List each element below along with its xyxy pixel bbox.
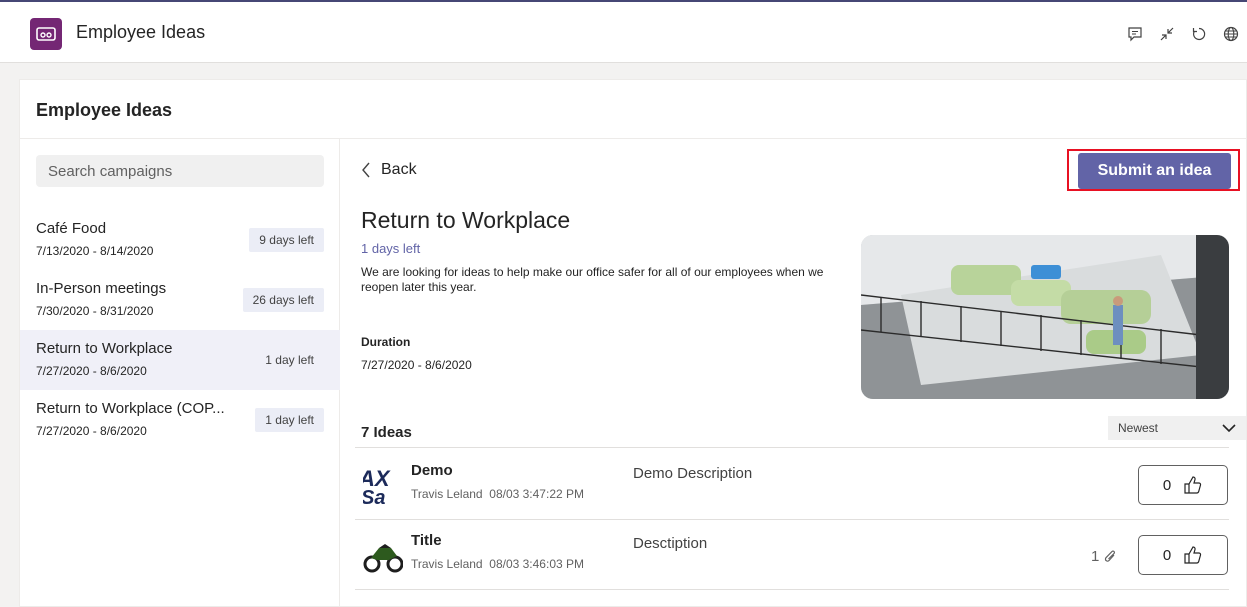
submit-idea-button[interactable]: Submit an idea bbox=[1078, 153, 1231, 189]
back-label: Back bbox=[381, 161, 417, 178]
campaign-title: Return to Workplace bbox=[361, 207, 571, 233]
thumbs-up-icon bbox=[1184, 476, 1202, 494]
back-button[interactable]: Back bbox=[361, 161, 417, 179]
idea-description: Desctiption bbox=[633, 535, 708, 552]
chevron-left-icon bbox=[362, 162, 370, 178]
campaign-name: Return to Workplace (COP... bbox=[36, 400, 225, 417]
idea-row[interactable]: Title Travis Leland 08/03 3:46:03 PM Des… bbox=[355, 520, 1229, 590]
idea-row[interactable]: AX Sa Demo Travis Leland 08/03 3:47:22 P… bbox=[355, 450, 1229, 520]
campaign-dates: 7/27/2020 - 8/6/2020 bbox=[36, 364, 147, 378]
app-logo-icon bbox=[30, 18, 62, 50]
campaign-sidebar: Café Food 7/13/2020 - 8/14/2020 9 days l… bbox=[20, 139, 340, 607]
campaign-item[interactable]: Return to Workplace (COP... 7/27/2020 - … bbox=[20, 390, 340, 450]
like-count: 0 bbox=[1162, 546, 1172, 564]
paperclip-icon bbox=[1105, 550, 1116, 562]
feedback-icon[interactable] bbox=[1119, 22, 1151, 46]
idea-title: Demo bbox=[411, 462, 453, 479]
app-title: Employee Ideas bbox=[76, 22, 206, 42]
campaign-dates: 7/27/2020 - 8/6/2020 bbox=[36, 424, 147, 438]
duration-label: Duration bbox=[361, 335, 411, 349]
idea-meta: Travis Leland 08/03 3:47:22 PM bbox=[411, 487, 584, 501]
header-toolbar bbox=[1119, 22, 1247, 46]
motorcycle-thumb bbox=[363, 534, 403, 576]
campaign-detail: Back Submit an idea Return to Workplace … bbox=[341, 139, 1247, 607]
attachment-indicator[interactable]: 1 bbox=[1091, 548, 1117, 565]
campaign-name: Café Food bbox=[36, 220, 107, 237]
duration-value: 7/27/2020 - 8/6/2020 bbox=[361, 358, 472, 372]
like-button[interactable]: 0 bbox=[1138, 465, 1228, 505]
collapse-icon[interactable] bbox=[1151, 22, 1183, 46]
days-left-badge: 1 day left bbox=[265, 353, 314, 367]
sort-selected: Newest bbox=[1118, 421, 1159, 435]
days-left-text: 1 days left bbox=[361, 241, 421, 256]
campaign-item[interactable]: In-Person meetings 7/30/2020 - 8/31/2020… bbox=[20, 270, 340, 330]
globe-icon[interactable] bbox=[1215, 22, 1247, 46]
app-header: Employee Ideas bbox=[0, 0, 1247, 63]
idea-meta: Travis Leland 08/03 3:46:03 PM bbox=[411, 557, 584, 571]
days-left-badge: 9 days left bbox=[249, 228, 324, 252]
campaign-name: Return to Workplace bbox=[36, 340, 173, 357]
idea-description: Demo Description bbox=[633, 465, 753, 482]
idea-timestamp: 08/03 3:47:22 PM bbox=[489, 487, 584, 501]
days-left-badge: 1 day left bbox=[255, 408, 324, 432]
main-card: Employee Ideas Café Food 7/13/2020 - 8/1… bbox=[19, 79, 1247, 607]
like-count: 0 bbox=[1162, 476, 1172, 494]
campaign-description: We are looking for ideas to help make ou… bbox=[361, 265, 824, 294]
days-left-badge: 26 days left bbox=[242, 288, 324, 312]
list-divider bbox=[355, 447, 1229, 448]
like-button[interactable]: 0 bbox=[1138, 535, 1228, 575]
svg-text:Sa: Sa bbox=[363, 487, 385, 506]
idea-author: Travis Leland bbox=[411, 487, 483, 501]
campaign-hero-image bbox=[861, 235, 1229, 399]
sort-dropdown[interactable]: Newest bbox=[1108, 416, 1246, 440]
campaign-dates: 7/13/2020 - 8/14/2020 bbox=[36, 244, 154, 258]
search-input[interactable] bbox=[36, 155, 324, 187]
attachment-count: 1 bbox=[1091, 548, 1100, 565]
idea-author: Travis Leland bbox=[411, 557, 483, 571]
idea-title: Title bbox=[411, 532, 442, 549]
refresh-icon[interactable] bbox=[1183, 22, 1215, 46]
ideas-count: 7 Ideas bbox=[361, 424, 412, 441]
chevron-down-icon bbox=[1222, 423, 1236, 432]
campaign-item-selected[interactable]: Return to Workplace 7/27/2020 - 8/6/2020… bbox=[20, 330, 340, 390]
campaign-item[interactable]: Café Food 7/13/2020 - 8/14/2020 9 days l… bbox=[20, 210, 340, 270]
page-title: Employee Ideas bbox=[36, 100, 173, 120]
campaign-name: In-Person meetings bbox=[36, 280, 167, 297]
thumbs-up-icon bbox=[1184, 546, 1202, 564]
brand-logo-thumb: AX Sa bbox=[363, 464, 403, 506]
campaign-dates: 7/30/2020 - 8/31/2020 bbox=[36, 304, 154, 318]
idea-timestamp: 08/03 3:46:03 PM bbox=[489, 557, 584, 571]
